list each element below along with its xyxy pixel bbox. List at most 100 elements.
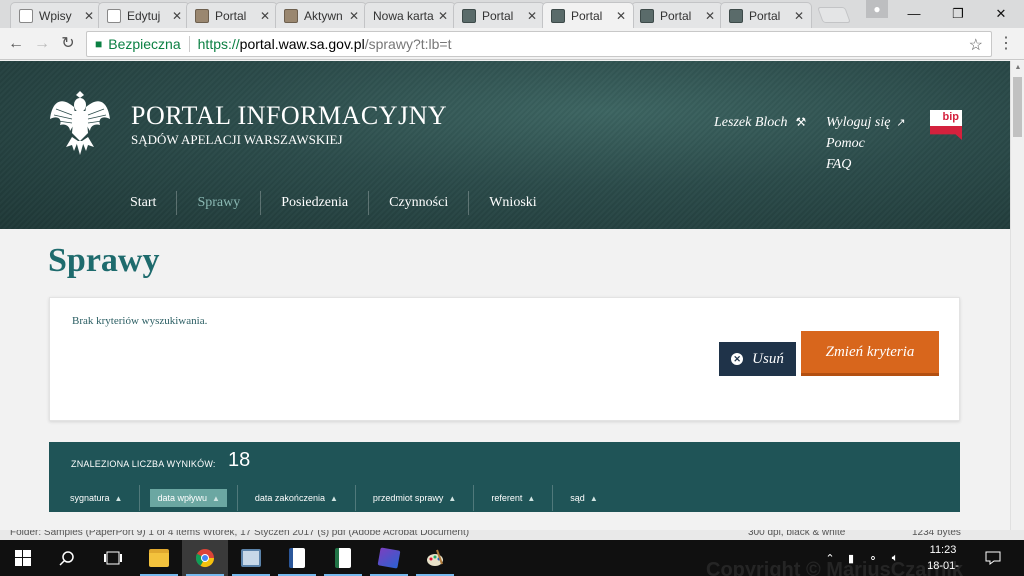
nav-item-wnioski[interactable]: Wnioski [468, 191, 556, 215]
sort-referent[interactable]: referent ▲︎ [484, 489, 542, 507]
sort-sad[interactable]: sąd ▲︎ [563, 489, 604, 507]
browser-tab-strip: Wpisy ✕ Edytuj ✕ Portal ✕ Aktywn ✕ Nowa … [0, 0, 1024, 28]
logout-link[interactable]: Wyloguj się ↗ [826, 115, 906, 136]
bookmark-star-icon[interactable]: ☆ [969, 35, 983, 55]
copyright-watermark: Copyright © MariusCzarnik [706, 559, 963, 576]
close-icon[interactable]: ✕ [83, 9, 95, 23]
results-count: 18 [228, 449, 251, 471]
paperport-app-icon[interactable] [366, 540, 412, 576]
eagle-favicon-icon [551, 8, 565, 23]
tab-title: Portal [215, 8, 247, 23]
browser-tab-active[interactable]: Portal ✕ [542, 2, 634, 28]
task-view-icon[interactable] [90, 540, 136, 576]
browser-toolbar: ← → ↻ ■ Bezpieczna https://portal.waw.sa… [0, 28, 1024, 60]
polish-eagle-logo-icon[interactable] [48, 85, 112, 157]
sort-data-wplywu[interactable]: data wpływu ▲︎ [150, 489, 227, 507]
portal-title[interactable]: PORTAL INFORMACYJNY [131, 101, 447, 131]
reload-icon[interactable]: ↻ [56, 32, 80, 56]
close-icon[interactable]: ✕ [348, 9, 360, 23]
external-link-icon: ↗ [896, 117, 906, 129]
bip-flag-icon [930, 126, 962, 140]
browser-tab[interactable]: Portal ✕ [720, 2, 812, 28]
person-photo-icon [284, 8, 298, 23]
address-bar[interactable]: ■ Bezpieczna https://portal.waw.sa.gov.p… [86, 31, 992, 57]
chevron-up-icon: ▲︎ [114, 494, 123, 503]
notifications-icon[interactable] [983, 540, 1003, 576]
user-account-link[interactable]: Leszek Bloch ⚒ [714, 115, 806, 131]
url-scheme: https:// [197, 36, 240, 52]
url-path: /sprawy?t:lb=t [364, 36, 452, 52]
page-title: Sprawy [48, 242, 160, 279]
sort-label: data wpływu [157, 493, 207, 503]
new-tab-button[interactable] [817, 7, 851, 23]
eagle-favicon-icon [729, 8, 743, 23]
close-icon[interactable]: ✕ [526, 9, 538, 23]
browser-tab[interactable]: Portal ✕ [631, 2, 723, 28]
bip-logo[interactable]: bip [930, 110, 962, 144]
chevron-up-icon: ▲︎ [329, 494, 338, 503]
scrollbar-thumb[interactable] [1013, 77, 1022, 137]
tab-title: Portal [749, 8, 781, 23]
chrome-icon[interactable] [182, 540, 228, 576]
background-window-status: Folder: Samples (PaperPort 9) 1 of 4 ite… [0, 530, 1024, 540]
close-icon[interactable]: ✕ [171, 9, 183, 23]
paint-app-icon[interactable] [412, 540, 458, 576]
browser-tab[interactable]: Portal ✕ [186, 2, 278, 28]
remove-criteria-button[interactable]: ✕ Usuń [719, 342, 796, 376]
sort-label: sygnatura [70, 493, 110, 503]
sort-sygnatura[interactable]: sygnatura ▲︎ [63, 489, 129, 507]
search-icon[interactable] [44, 540, 90, 576]
document-app-icon[interactable] [274, 540, 320, 576]
chevron-up-icon: ▲︎ [527, 494, 536, 503]
close-icon[interactable]: ✕ [615, 9, 627, 23]
remote-desktop-icon[interactable] [228, 540, 274, 576]
close-window-button[interactable]: ✕ [978, 0, 1024, 28]
site-header: PORTAL INFORMACYJNY SĄDÓW APELACJI WARSZ… [0, 61, 1010, 229]
browser-tab[interactable]: Aktywn ✕ [275, 2, 367, 28]
main-navigation: Start Sprawy Posiedzenia Czynności Wnios… [116, 191, 557, 215]
page-scrollbar[interactable]: ▲ ▼ [1010, 61, 1024, 540]
browser-tab[interactable]: Portal ✕ [453, 2, 545, 28]
close-circle-icon: ✕ [731, 353, 744, 365]
tab-title: Wpisy [39, 8, 72, 23]
remove-label: Usuń [752, 350, 784, 367]
nav-item-czynnosci[interactable]: Czynności [368, 191, 468, 215]
chevron-up-icon: ▲︎ [448, 494, 457, 503]
secure-label: Bezpieczna [108, 36, 181, 52]
minimize-button[interactable]: — [891, 0, 937, 28]
windows-start-icon[interactable] [0, 540, 46, 576]
faq-link[interactable]: FAQ [826, 157, 906, 178]
divider [473, 485, 475, 511]
scroll-up-icon[interactable]: ▲ [1011, 61, 1024, 75]
sort-data-zakonczenia[interactable]: data zakończenia ▲︎ [248, 489, 345, 507]
browser-tab[interactable]: Wpisy ✕ [10, 2, 102, 28]
maximize-button[interactable]: ❐ [935, 0, 981, 28]
tab-title: Portal [571, 8, 603, 23]
close-icon[interactable]: ✕ [704, 9, 716, 23]
forward-arrow-icon[interactable]: → [30, 32, 54, 56]
browser-tab[interactable]: Nowa karta ✕ [364, 2, 456, 28]
divider [354, 485, 356, 511]
close-icon[interactable]: ✕ [259, 9, 271, 23]
close-icon[interactable]: ✕ [793, 9, 805, 23]
results-count-label: ZNALEZIONA LICZBA WYNIKÓW: [71, 459, 216, 469]
profile-icon[interactable]: ● [866, 0, 888, 18]
file-explorer-icon[interactable] [136, 540, 182, 576]
browser-tab[interactable]: Edytuj ✕ [98, 2, 190, 28]
sort-przedmiot-sprawy[interactable]: przedmiot sprawy ▲︎ [366, 489, 463, 507]
tab-title: Edytuj [127, 8, 161, 23]
spreadsheet-app-icon[interactable] [320, 540, 366, 576]
back-arrow-icon[interactable]: ← [4, 32, 28, 56]
help-link[interactable]: Pomoc [826, 136, 906, 157]
eagle-favicon-icon [640, 8, 654, 23]
chrome-menu-icon[interactable]: ⋮ [998, 36, 1014, 52]
nav-item-posiedzenia[interactable]: Posiedzenia [260, 191, 368, 215]
sort-label: sąd [570, 493, 585, 503]
close-icon[interactable]: ✕ [437, 9, 449, 23]
tools-icon: ⚒ [795, 115, 807, 129]
tab-title: Portal [482, 8, 514, 23]
change-criteria-button[interactable]: Zmień kryteria [801, 331, 939, 376]
sort-columns: sygnatura ▲︎ data wpływu ▲︎ data zakończen… [63, 485, 615, 511]
nav-item-sprawy[interactable]: Sprawy [176, 191, 260, 215]
nav-item-start[interactable]: Start [116, 191, 176, 215]
